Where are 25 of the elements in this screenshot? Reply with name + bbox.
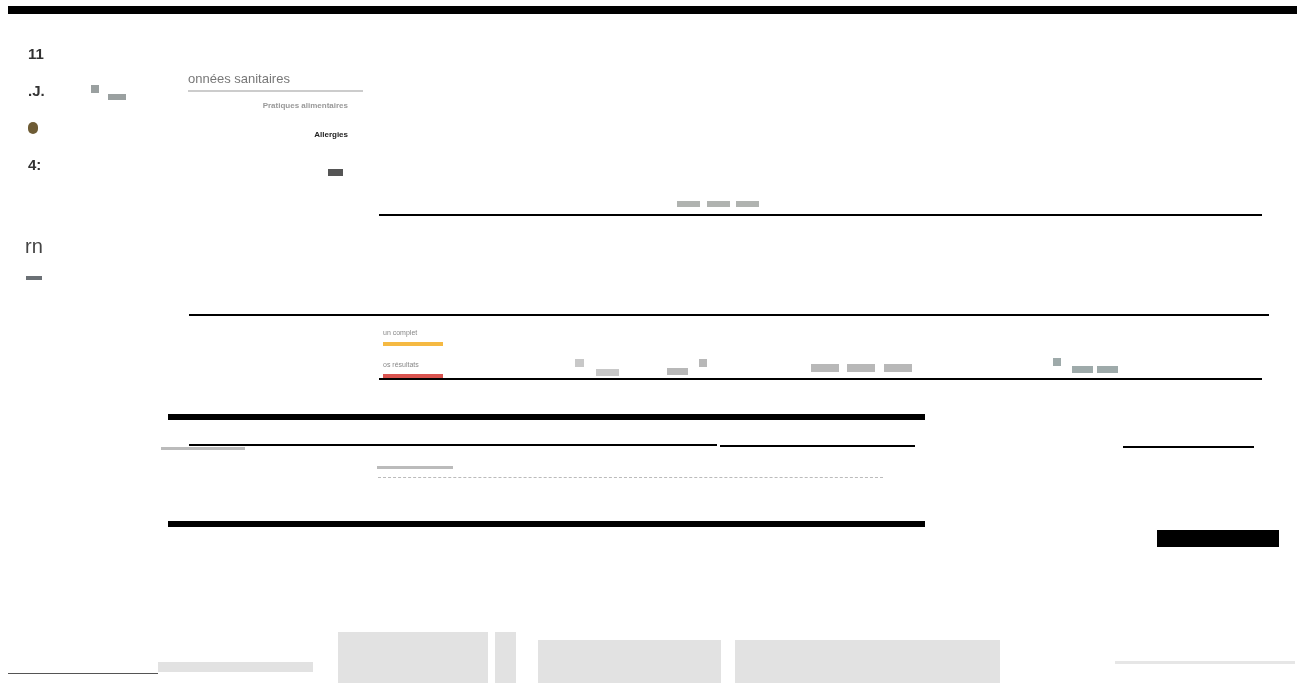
redaction-block [707,201,730,207]
menu-item[interactable]: Pratiques alimentaires [262,100,348,112]
redaction-block [1097,366,1118,373]
minus-icon [26,276,42,280]
side-label: 11 [28,44,45,64]
redaction-block [108,94,126,100]
redaction-block [699,359,707,367]
redaction-block [596,369,619,376]
redaction-block [667,368,688,375]
redaction-block [736,201,759,207]
side-label: .J. [28,81,46,101]
redaction-block [811,364,839,372]
redaction-block [328,169,343,176]
side-label: 4: [28,155,43,175]
menu-item[interactable]: Allergies [314,129,348,141]
redaction-block [91,85,99,93]
glyph-text: rn [25,236,43,256]
redaction-block [1072,366,1093,373]
redaction-block [677,201,700,207]
redaction-block [884,364,912,372]
panel [495,632,516,683]
redaction-block [1053,358,1061,366]
section-heading: onnées sanitaires [188,72,291,85]
redaction-block [575,359,584,367]
redaction-block [847,364,875,372]
